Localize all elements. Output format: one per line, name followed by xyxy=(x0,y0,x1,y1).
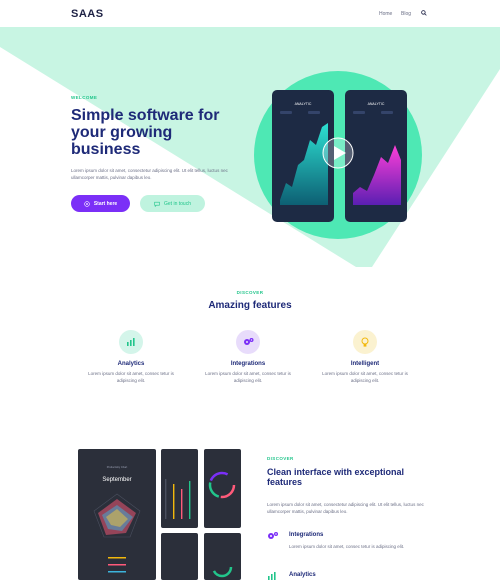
phone1-label: ANALYTIC xyxy=(295,102,312,106)
dash-month: September xyxy=(102,477,131,483)
gears-icon xyxy=(243,338,253,345)
phone2-label: ANALYTIC xyxy=(368,102,385,106)
feature-text: Lorem ipsum dolor sit amet, consec tetur… xyxy=(322,371,408,383)
hero-eyebrow: WELCOME xyxy=(71,95,98,100)
feature-text: Lorem ipsum dolor sit amet, consec tetur… xyxy=(88,371,174,383)
search-icon[interactable] xyxy=(421,10,427,16)
start-here-label: Start here xyxy=(93,200,118,207)
feature-icon-wrap xyxy=(236,330,260,354)
start-here-button[interactable]: Start here xyxy=(71,195,130,212)
hero-text: Lorem ipsum dolor sit amet, consectetur … xyxy=(71,168,228,180)
clean-item-name: Integrations xyxy=(289,532,324,538)
get-in-touch-button[interactable]: Get in touch xyxy=(140,195,205,212)
feature-name: Intelligent xyxy=(350,361,380,367)
clean-item-text: Lorem ipsum dolor sit amet, consec tetur… xyxy=(289,544,405,549)
feature-card-intelligent: Intelligent Lorem ipsum dolor sit amet, … xyxy=(315,330,415,384)
features-title: Amazing features xyxy=(208,300,292,311)
chat-icon xyxy=(154,201,160,207)
feature-name: Analytics xyxy=(117,361,145,367)
feature-card-analytics: Analytics Lorem ipsum dolor sit amet, co… xyxy=(81,330,181,384)
lightbulb-icon xyxy=(361,337,369,347)
gears-icon xyxy=(268,532,278,539)
play-circle-icon xyxy=(84,200,90,207)
nav-link-blog[interactable]: Blog xyxy=(401,11,411,17)
logo[interactable]: SAAS xyxy=(71,8,104,20)
top-nav: SAAS Home Blog xyxy=(0,0,500,27)
clean-text: Lorem ipsum dolor sit amet, consectetur … xyxy=(267,502,424,514)
feature-icon-wrap xyxy=(119,330,143,354)
get-in-touch-label: Get in touch xyxy=(164,200,191,207)
feature-card-integrations: Integrations Lorem ipsum dolor sit amet,… xyxy=(198,330,298,384)
clean-title: Clean interface with exceptional feature… xyxy=(267,467,405,487)
clean-item-name: Analytics xyxy=(289,572,316,578)
features-eyebrow: DISCOVER xyxy=(236,290,264,295)
hero-title: Simple software for your growing busines… xyxy=(71,107,220,158)
clean-eyebrow: DISCOVER xyxy=(267,456,294,461)
bar-chart-icon xyxy=(127,338,135,346)
dash-chart-label: Productivity Chart xyxy=(107,465,128,469)
bar-chart-icon xyxy=(268,572,276,580)
feature-name: Integrations xyxy=(230,361,266,367)
dashboard-screens-illustration: Productivity Chart September xyxy=(78,449,241,580)
nav-link-home[interactable]: Home xyxy=(379,11,392,17)
feature-text: Lorem ipsum dolor sit amet, consec tetur… xyxy=(205,371,291,383)
feature-icon-wrap xyxy=(353,330,377,354)
hero-phones-illustration: ANALYTIC ANALYTIC xyxy=(254,71,422,239)
